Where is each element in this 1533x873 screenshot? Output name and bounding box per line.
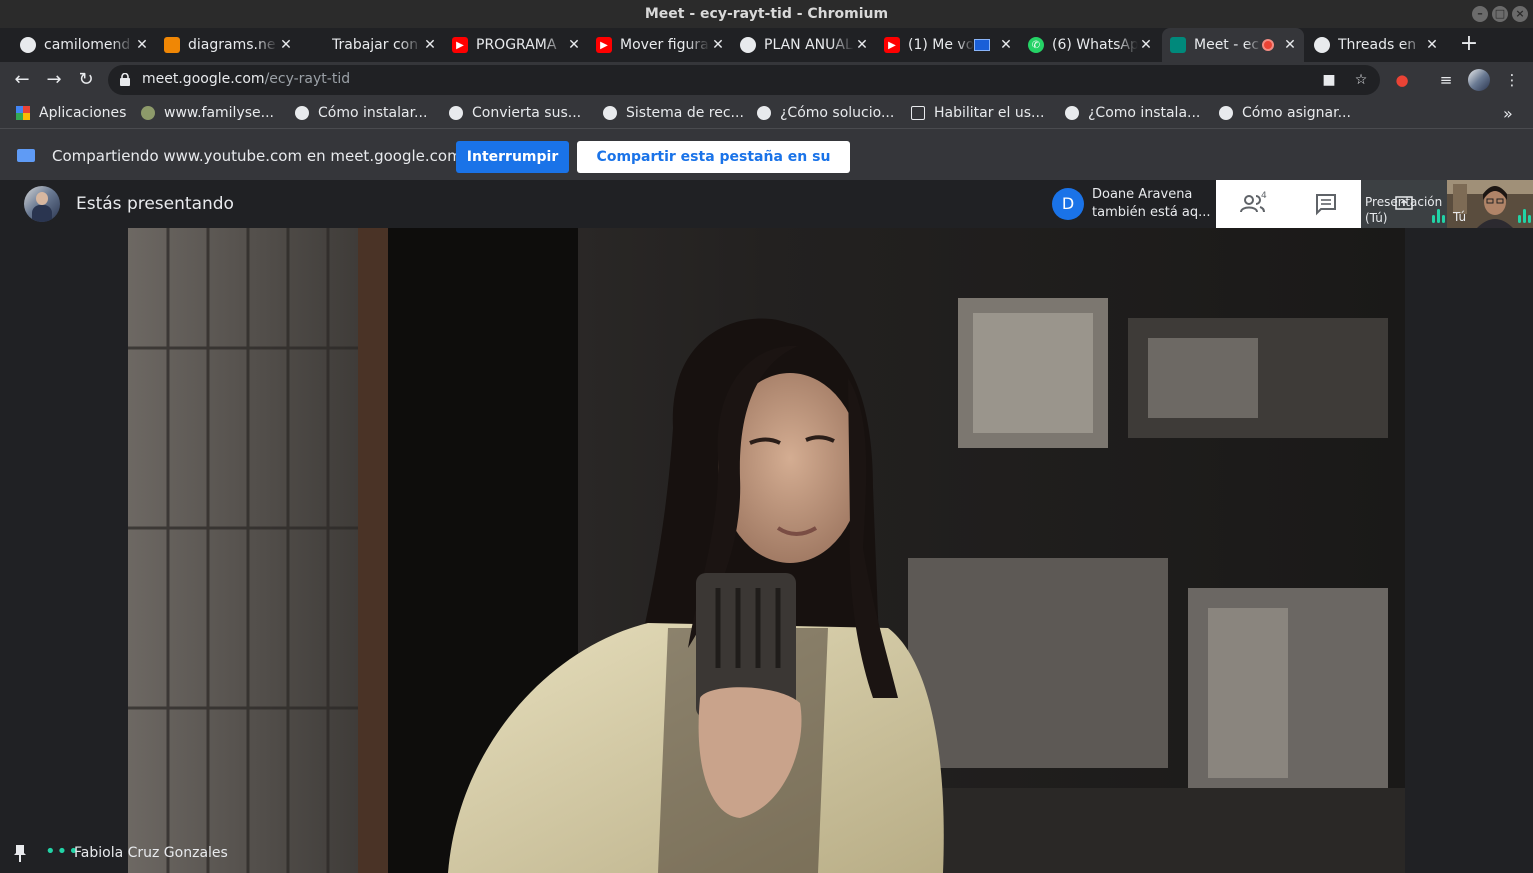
tab-close-icon[interactable]: ✕ <box>710 37 726 53</box>
apps-grid-icon <box>16 106 30 120</box>
speaking-indicator-icon <box>1518 209 1531 223</box>
participant-avatar: D <box>1052 188 1084 220</box>
tab-meet[interactable]: Meet - ec ✕ <box>1162 28 1304 62</box>
bookmark-como-instala[interactable]: ¿Como instala... <box>1065 103 1200 123</box>
tab-strip: camilomend ✕ diagrams.ne ✕ Trabajar con … <box>0 28 1533 62</box>
blank-page-icon <box>308 37 324 53</box>
window-title: Meet - ecy-rayt-tid - Chromium <box>644 6 889 22</box>
bookmarks-overflow-icon[interactable]: » <box>1503 103 1513 123</box>
tab-mover-figura[interactable]: ▶ Mover figura ✕ <box>588 28 732 62</box>
tab-threads[interactable]: Threads en ✕ <box>1306 28 1446 62</box>
screen-share-infobar: Compartiendo www.youtube.com en meet.goo… <box>0 128 1533 197</box>
star-icon[interactable]: ☆ <box>1352 71 1370 89</box>
participant-video-frame <box>128 228 1405 873</box>
self-tile-label: Tú <box>1453 210 1467 224</box>
whatsapp-icon: ✆ <box>1028 37 1044 53</box>
tab-close-icon[interactable]: ✕ <box>278 37 294 53</box>
globe-icon <box>757 106 771 120</box>
globe-icon <box>1314 37 1330 53</box>
globe-icon <box>295 106 309 120</box>
tab-plan-anual[interactable]: PLAN ANUAL ✕ <box>732 28 876 62</box>
youtube-icon: ▶ <box>884 37 900 53</box>
extension-shield-icon[interactable]: ● <box>1391 69 1413 91</box>
notification-text: Doane Aravena también está aq... <box>1092 187 1211 220</box>
youtube-icon: ▶ <box>596 37 612 53</box>
bookmark-como-solucio[interactable]: ¿Cómo solucio... <box>757 103 894 123</box>
bookmark-sistema[interactable]: Sistema de rec... <box>603 103 744 123</box>
screen-share-icon <box>17 149 35 162</box>
present-screen-icon <box>1395 196 1413 210</box>
chat-icon[interactable] <box>1311 192 1341 216</box>
diagrams-icon <box>164 37 180 53</box>
speaking-indicator-icon <box>1432 209 1445 223</box>
bookmark-habilitar[interactable]: Habilitar el us... <box>911 103 1044 123</box>
camera-icon[interactable]: ■ <box>1320 71 1338 89</box>
menu-kebab-icon[interactable]: ⋮ <box>1501 69 1523 91</box>
stop-sharing-button[interactable]: Interrumpir <box>456 141 569 173</box>
bookmark-como-instalar[interactable]: Cómo instalar... <box>295 103 427 123</box>
share-status-text: Compartiendo www.youtube.com en meet.goo… <box>52 147 462 165</box>
tab-close-icon[interactable]: ✕ <box>422 37 438 53</box>
tab-close-icon[interactable]: ✕ <box>854 37 870 53</box>
bookmark-apps[interactable]: Aplicaciones <box>16 103 126 123</box>
new-tab-icon[interactable]: + <box>1458 32 1480 58</box>
tab-trabajar[interactable]: Trabajar con ✕ <box>300 28 444 62</box>
avatar <box>24 186 60 222</box>
bookmarks-bar: Aplicaciones www.familyse... Cómo instal… <box>0 98 1533 128</box>
media-queue-icon[interactable]: ≡ <box>1435 69 1457 91</box>
presenting-label: Estás presentando <box>76 194 234 214</box>
tab-programa[interactable]: ▶ PROGRAMA ✕ <box>444 28 588 62</box>
globe-icon <box>1065 106 1079 120</box>
tab-diagrams[interactable]: diagrams.ne ✕ <box>156 28 300 62</box>
back-icon[interactable]: ← <box>10 68 34 92</box>
browser-toolbar: ← → ↻ meet.google.com/ecy-rayt-tid ■ ☆ ●… <box>0 62 1533 98</box>
share-this-tab-button[interactable]: Compartir esta pestaña en su lugar <box>577 141 850 197</box>
tab-close-icon[interactable]: ✕ <box>566 37 582 53</box>
maximize-icon[interactable]: □ <box>1492 6 1508 22</box>
window-titlebar: Meet - ecy-rayt-tid - Chromium – □ × <box>0 0 1533 28</box>
minimize-icon[interactable]: – <box>1472 6 1488 22</box>
tab-close-icon[interactable]: ✕ <box>134 37 150 53</box>
tab-whatsapp[interactable]: ✆ (6) WhatsApp ✕ <box>1020 28 1160 62</box>
self-video-tile[interactable]: Tú <box>1447 180 1533 228</box>
bookmark-como-asignar[interactable]: Cómo asignar... <box>1219 103 1351 123</box>
globe-icon <box>449 106 463 120</box>
cast-screen-icon <box>974 39 990 51</box>
tab-github[interactable]: camilomend ✕ <box>12 28 156 62</box>
forward-icon[interactable]: → <box>42 68 66 92</box>
close-icon[interactable]: × <box>1512 6 1528 22</box>
tab-close-icon[interactable]: ✕ <box>1138 37 1154 53</box>
recording-icon <box>1262 39 1274 51</box>
bookmark-convierta[interactable]: Convierta sus... <box>449 103 581 123</box>
globe-icon <box>603 106 617 120</box>
globe-icon <box>1219 106 1233 120</box>
globe-icon <box>740 37 756 53</box>
page-icon <box>911 106 925 120</box>
pin-icon[interactable] <box>14 844 26 862</box>
presentation-tile[interactable]: Presentación (Tú) <box>1361 180 1447 228</box>
url-text: meet.google.com/ecy-rayt-tid <box>142 71 351 87</box>
tab-me-vo[interactable]: ▶ (1) Me vo ✕ <box>876 28 1020 62</box>
profile-avatar[interactable] <box>1468 69 1490 91</box>
meet-stage: Estás presentando D Doane Aravena tambié… <box>0 180 1533 873</box>
people-count: 4 <box>1261 191 1267 201</box>
reload-icon[interactable]: ↻ <box>74 68 98 92</box>
bookmark-familyse[interactable]: www.familyse... <box>141 103 274 123</box>
meet-icon <box>1170 37 1186 53</box>
meet-panel-buttons: 4 <box>1216 180 1361 228</box>
tab-close-icon[interactable]: ✕ <box>1282 37 1298 53</box>
address-bar[interactable]: meet.google.com/ecy-rayt-tid ■ ☆ <box>108 65 1380 95</box>
participant-name: Fabiola Cruz Gonzales <box>74 845 228 861</box>
tab-close-icon[interactable]: ✕ <box>998 37 1014 53</box>
github-icon <box>20 37 36 53</box>
leaf-icon <box>141 106 155 120</box>
lock-icon <box>120 73 130 86</box>
youtube-icon: ▶ <box>452 37 468 53</box>
tab-close-icon[interactable]: ✕ <box>1424 37 1440 53</box>
participant-video <box>128 228 1405 873</box>
join-notification: D Doane Aravena también está aq... <box>1045 180 1216 228</box>
